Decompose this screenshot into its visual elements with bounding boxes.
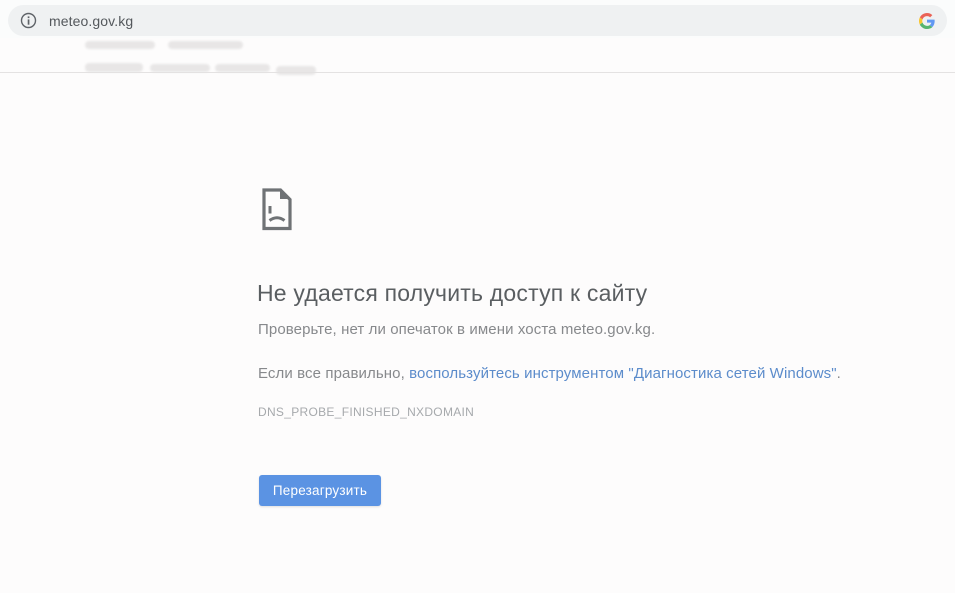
loading-artifact (276, 66, 316, 75)
error-code: DNS_PROBE_FINISHED_NXDOMAIN (258, 405, 474, 419)
reload-button[interactable]: Перезагрузить (259, 475, 381, 506)
hint-suffix: . (837, 365, 841, 382)
browser-toolbar: meteo.gov.kg (0, 0, 955, 38)
error-title: Не удается получить доступ к сайту (257, 280, 647, 307)
hint-prefix: Если все правильно, (258, 365, 409, 382)
loading-artifact (85, 63, 143, 72)
browser-window: meteo.gov.kg Не удается получить доступ (0, 0, 955, 593)
loading-artifact (215, 64, 270, 72)
google-g-icon[interactable] (919, 13, 935, 29)
sad-file-icon (259, 187, 293, 236)
url-text[interactable]: meteo.gov.kg (49, 13, 919, 29)
error-hint-line2: Если все правильно, воспользуйтесь инстр… (258, 365, 841, 382)
toolbar-divider (0, 72, 955, 73)
diagnostics-link[interactable]: воспользуйтесь инструментом "Диагностика… (409, 365, 837, 382)
loading-artifact (150, 64, 210, 72)
info-icon[interactable] (20, 12, 37, 29)
address-bar[interactable]: meteo.gov.kg (8, 5, 947, 36)
loading-artifact (168, 41, 243, 49)
loading-artifact (85, 41, 155, 49)
error-hint-line1: Проверьте, нет ли опечаток в имени хоста… (258, 321, 655, 338)
